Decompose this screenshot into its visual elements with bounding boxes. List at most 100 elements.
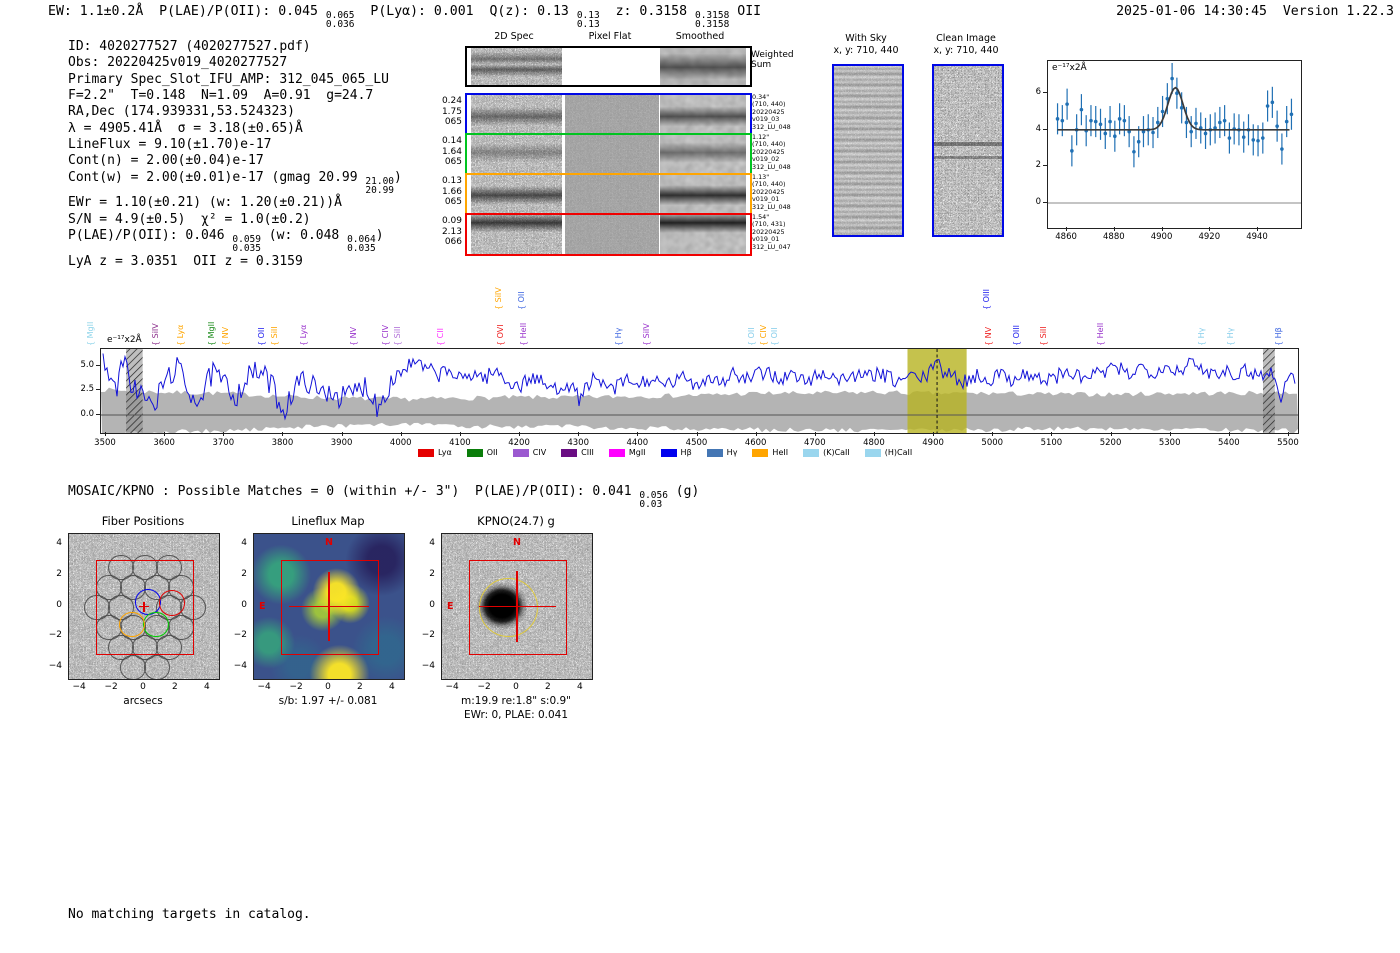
cutout-row: [465, 93, 752, 136]
info-text: Primary Spec_Slot_IFU_AMP: 312_045_065_L…: [68, 71, 389, 87]
spectral-trace-streak: [934, 155, 1002, 159]
clean-noise-texture: [934, 66, 1002, 235]
lower-bound: 0.035: [232, 242, 261, 254]
fiber-id-line: 312_LU_048: [752, 122, 791, 131]
x-tick-mark: [1257, 227, 1259, 231]
compass-east-label: E: [259, 600, 266, 612]
cutout-row: [465, 133, 752, 176]
report-date: 2025-01-06 14:30:45: [1116, 4, 1267, 19]
fiber-positions-x-tick-label: −4: [72, 682, 86, 692]
x-tick-label: 4600: [744, 438, 767, 448]
fiber-positions-xlabel: arcsecs: [123, 695, 163, 707]
lineflux-map-x-tick-label: −4: [257, 682, 271, 692]
info-line-1: ID: 4020277527 (4020277527.pdf): [68, 39, 402, 55]
cutout-row: [465, 46, 752, 87]
clean-image-coords: x, y: 710, 440: [933, 45, 999, 56]
info-uncertainty: 0.059 0.035: [232, 235, 261, 254]
legend-label: MgII: [628, 448, 646, 457]
data-point: [1227, 136, 1232, 140]
lineflux-map-x-tick-label: 4: [388, 682, 395, 692]
info-line-3: Primary Spec_Slot_IFU_AMP: 312_045_065_L…: [68, 72, 402, 88]
legend-swatch: [706, 448, 723, 457]
cutout-right-labels: 1.13" (710, 440) 20220425 v019_01 312_LU_048: [752, 173, 791, 211]
data-point: [1280, 147, 1284, 151]
summary-text: EW: 1.1±0.2Å P(LAE)/P(OII): 0.045: [48, 4, 326, 19]
info-text: Cont(n) = 2.00(±0.04)e-17: [68, 153, 264, 169]
lineflux-map-image: NE: [253, 533, 405, 680]
x-tick-mark: [814, 432, 816, 436]
x-tick-label: 4900: [922, 438, 944, 448]
fiber-weight-value: 0.24: [441, 96, 462, 106]
aperture-square: [96, 560, 194, 655]
kpno-y-tick-label: 4: [429, 537, 435, 548]
kpno-xlabel: m:19.9 re:1.8" s:0.9": [461, 695, 571, 707]
x-tick-label: 5200: [1099, 438, 1122, 448]
cutout-left-labels: 0.14 1.64 065: [428, 136, 462, 168]
x-tick-mark: [1228, 432, 1230, 436]
center-cross-v: [143, 601, 145, 612]
legend-swatch: [512, 448, 529, 457]
cutout-right-labels: 0.34" (710, 440) 20220425 v019_03 312_LU_048: [752, 93, 791, 131]
legend-item: OII: [466, 448, 498, 457]
fiber-positions-x-tick-label: 0: [140, 682, 146, 692]
data-point: [1251, 138, 1256, 142]
emission-line-label: { OIII: [981, 288, 991, 310]
cutout-row: [465, 213, 752, 256]
data-point: [1194, 121, 1198, 126]
data-point: [1160, 109, 1165, 114]
lower-bound: 0.036: [325, 18, 355, 30]
smoothed-trace-band: [660, 95, 746, 134]
fiber-positions-x-tick-label: 2: [172, 682, 178, 692]
summary-uncertainty: 0.3158 0.3158: [694, 11, 730, 30]
elixer-report-page: EW: 1.1±0.2Å P(LAE)/P(OII): 0.045 0.065 0…: [0, 0, 1400, 953]
info-line-13: LyA z = 3.0351 OII z = 0.3159: [68, 254, 402, 270]
fiber-weight-value: 0.14: [441, 136, 462, 146]
y-tick-label: 0: [1035, 197, 1041, 207]
legend-swatch: [660, 448, 677, 457]
lineflux-map-y-tick-label: −2: [233, 630, 247, 641]
info-text: LyA z = 3.0351 OII z = 0.3159: [68, 253, 303, 269]
summary-uncertainty: 0.065 0.036: [325, 11, 355, 30]
emission-line-label: { OII: [747, 327, 757, 346]
with-sky-title: With Sky: [845, 33, 887, 44]
x-tick-label: 4400: [626, 438, 649, 448]
sky-noise-texture: [834, 66, 902, 235]
y-tick-mark: [1043, 92, 1047, 94]
x-tick-label: 3800: [271, 438, 294, 448]
emission-line-label: { NV: [984, 326, 994, 346]
x-tick-label: 5000: [981, 438, 1004, 448]
legend-swatch: [608, 448, 625, 457]
fiber-positions-y-tick-label: 0: [56, 599, 62, 610]
legend-label: (K)CaII: [823, 448, 850, 457]
aperture-square: [281, 560, 379, 655]
data-point: [1184, 120, 1189, 125]
with-sky-coords: x, y: 710, 440: [833, 45, 899, 56]
info-line-11: S/N = 4.9(±0.5) χ² = 1.0(±0.2): [68, 212, 402, 228]
emission-line-label: { OII: [516, 291, 526, 310]
data-point: [1070, 149, 1074, 153]
kpno-xlabel2: EWr: 0, PLAE: 0.041: [463, 709, 569, 721]
flat-noise-texture: [565, 135, 659, 174]
kpno-y-tick-label: −4: [421, 661, 435, 672]
data-point: [1151, 130, 1155, 135]
legend-item: Lyα: [418, 448, 452, 457]
compass-north-label: N: [513, 537, 521, 548]
x-tick-mark: [105, 432, 106, 436]
x-tick-label: 3900: [330, 438, 353, 448]
detection-info-block: ID: 4020277527 (4020277527.pdf) Obs: 2022…: [68, 39, 402, 270]
y-tick-label: 5.0: [80, 359, 94, 370]
cutout-smoothed-cell: [660, 48, 746, 85]
legend-label: (H)CaII: [884, 448, 913, 457]
spectral-trace-streak: [934, 142, 1002, 147]
emission-line-label: { OII: [257, 327, 267, 346]
legend-label: Lyα: [438, 448, 452, 457]
lower-bound: 0.3158: [694, 18, 730, 30]
cutout-pixelflat-cell: [565, 48, 659, 85]
legend-swatch: [752, 448, 769, 457]
emission-line-label: { HeII: [1096, 322, 1105, 346]
fiber-weight-value: 0.09: [441, 216, 462, 226]
kpno-x-tick-label: 4: [576, 682, 583, 692]
legend-item: Hβ: [660, 448, 692, 457]
emission-line-label: { NV: [221, 326, 231, 346]
